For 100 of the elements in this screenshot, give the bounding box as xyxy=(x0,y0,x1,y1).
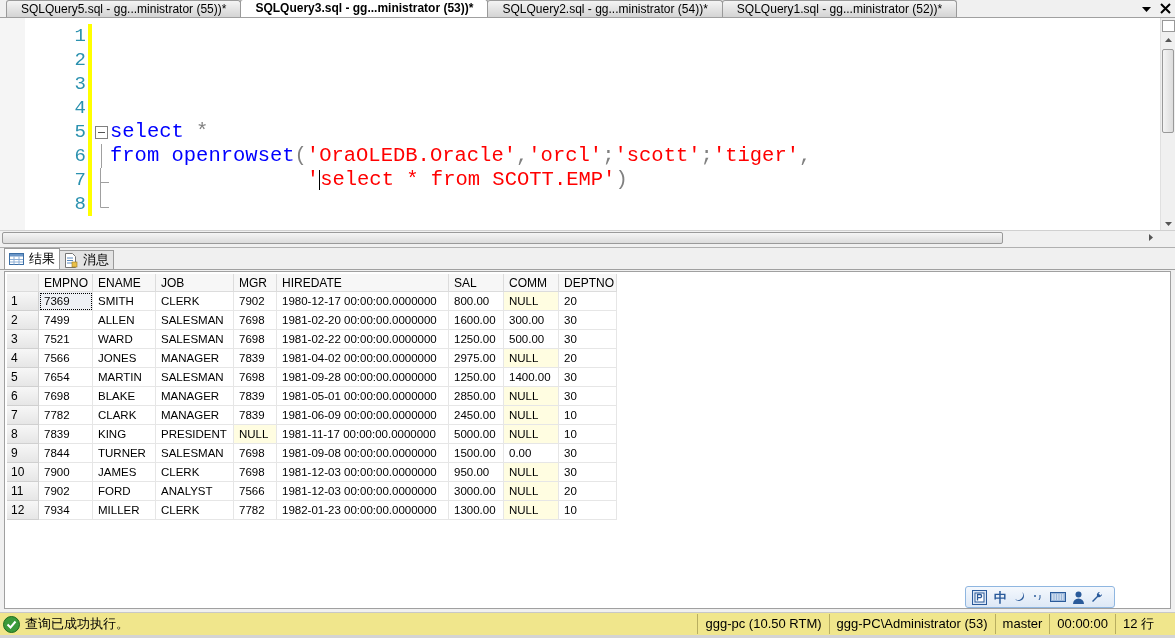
line-number: 4 xyxy=(73,96,87,120)
dropdown-icon[interactable] xyxy=(1142,7,1151,12)
row-header[interactable]: 8 xyxy=(7,425,39,444)
table-cell: MANAGER xyxy=(156,387,234,406)
table-cell: MANAGER xyxy=(156,406,234,425)
column-header[interactable]: EMPNO xyxy=(39,274,93,292)
column-header[interactable]: DEPTNO xyxy=(559,274,617,292)
column-header[interactable]: SAL xyxy=(449,274,504,292)
punctuation-icon[interactable] xyxy=(1033,593,1043,601)
close-icon[interactable] xyxy=(1160,3,1171,14)
row-header[interactable]: 6 xyxy=(7,387,39,406)
table-cell: 0.00 xyxy=(504,444,559,463)
table-cell: 7369 xyxy=(39,292,93,311)
row-header[interactable]: 12 xyxy=(7,501,39,520)
column-header[interactable]: COMM xyxy=(504,274,559,292)
table-cell: 7782 xyxy=(234,501,277,520)
success-check-icon xyxy=(3,615,20,633)
editor-tab[interactable]: SQLQuery5.sql - gg...ministrator (55))* xyxy=(6,0,242,17)
table-cell: NULL xyxy=(504,501,559,520)
column-header[interactable]: MGR xyxy=(234,274,277,292)
result-tab[interactable]: 结果 xyxy=(4,248,60,269)
table-cell: CLERK xyxy=(156,292,234,311)
status-field: 12 行 xyxy=(1114,614,1161,634)
row-header[interactable]: 10 xyxy=(7,463,39,482)
table-cell: 2975.00 xyxy=(449,349,504,368)
row-header[interactable]: 4 xyxy=(7,349,39,368)
ime-toolbar[interactable]: 中 xyxy=(965,586,1115,608)
table-cell: 1500.00 xyxy=(449,444,504,463)
table-cell: CLARK xyxy=(93,406,156,425)
person-icon[interactable] xyxy=(1073,590,1084,604)
table-cell: 1981-02-20 00:00:00.0000000 xyxy=(277,311,449,330)
table-cell: KING xyxy=(93,425,156,444)
scroll-right-icon[interactable] xyxy=(1149,234,1153,241)
table-cell: 30 xyxy=(559,463,617,482)
table-cell: MANAGER xyxy=(156,349,234,368)
column-header[interactable]: JOB xyxy=(156,274,234,292)
column-header[interactable]: ENAME xyxy=(93,274,156,292)
scroll-thumb[interactable] xyxy=(2,231,1003,244)
row-header[interactable]: 3 xyxy=(7,330,39,349)
editor-tab[interactable]: SQLQuery2.sql - gg...ministrator (54))* xyxy=(487,0,723,17)
table-cell: 7654 xyxy=(39,368,93,387)
line-number: 2 xyxy=(73,48,87,72)
scroll-up-icon[interactable] xyxy=(1164,38,1172,42)
table-cell: 1250.00 xyxy=(449,368,504,387)
input-mode-toggle[interactable]: 中 xyxy=(994,590,1007,604)
row-header[interactable]: 9 xyxy=(7,444,39,463)
row-header[interactable]: 11 xyxy=(7,482,39,501)
table-cell: 5000.00 xyxy=(449,425,504,444)
table-cell: BLAKE xyxy=(93,387,156,406)
table-cell: 1980-12-17 00:00:00.0000000 xyxy=(277,292,449,311)
table-cell: 1981-12-03 00:00:00.0000000 xyxy=(277,463,449,482)
line-number: 1 xyxy=(73,24,87,48)
table-cell: 3000.00 xyxy=(449,482,504,501)
collapse-icon[interactable] xyxy=(94,125,108,139)
split-handle[interactable] xyxy=(1161,20,1175,32)
table-cell: SALESMAN xyxy=(156,444,234,463)
table-cell: NULL xyxy=(504,406,559,425)
row-header[interactable]: 2 xyxy=(7,311,39,330)
column-header[interactable]: HIREDATE xyxy=(277,274,449,292)
editor-tab[interactable]: SQLQuery3.sql - gg...ministrator (53))* xyxy=(240,0,489,17)
vertical-scrollbar[interactable] xyxy=(1160,18,1175,230)
table-cell: 1981-05-01 00:00:00.0000000 xyxy=(277,387,449,406)
status-field: 00:00:00 xyxy=(1049,614,1115,634)
table-cell: 7698 xyxy=(234,311,277,330)
table-cell: 7839 xyxy=(234,406,277,425)
table-cell: 1981-11-17 00:00:00.0000000 xyxy=(277,425,449,444)
p-logo-icon[interactable] xyxy=(972,589,987,605)
row-header[interactable]: 1 xyxy=(7,292,39,311)
table-cell: 1982-01-23 00:00:00.0000000 xyxy=(277,501,449,520)
table-cell: 7521 xyxy=(39,330,93,349)
table-cell: SALESMAN xyxy=(156,311,234,330)
table-cell: NULL xyxy=(504,387,559,406)
table-cell: 7839 xyxy=(234,387,277,406)
keyboard-icon[interactable] xyxy=(1050,592,1066,602)
table-cell: WARD xyxy=(93,330,156,349)
result-tab[interactable]: 消息 xyxy=(59,250,114,269)
table-cell: SALESMAN xyxy=(156,330,234,349)
table-cell: 7698 xyxy=(234,463,277,482)
table-cell: CLERK xyxy=(156,463,234,482)
table-cell: NULL xyxy=(504,292,559,311)
table-cell: SMITH xyxy=(93,292,156,311)
document-icon xyxy=(64,252,78,268)
editor-tab[interactable]: SQLQuery1.sql - gg...ministrator (52))* xyxy=(721,0,958,17)
status-field: ggg-PC\Administrator (53) xyxy=(828,614,995,634)
code-line: from openrowset('OraOLEDB.Oracle','orcl';'scott';'tiger', xyxy=(110,144,812,168)
table-cell: 7698 xyxy=(39,387,93,406)
table-cell: 7782 xyxy=(39,406,93,425)
horizontal-scrollbar[interactable] xyxy=(0,230,1175,244)
table-cell: NULL xyxy=(504,482,559,501)
table-cell: JAMES xyxy=(93,463,156,482)
table-cell: 2450.00 xyxy=(449,406,504,425)
moon-icon[interactable] xyxy=(1014,591,1026,603)
scroll-down-icon[interactable] xyxy=(1164,222,1172,226)
table-cell: CLERK xyxy=(156,501,234,520)
wrench-icon[interactable] xyxy=(1091,591,1103,603)
row-header[interactable]: 7 xyxy=(7,406,39,425)
table-cell: 10 xyxy=(559,501,617,520)
scroll-thumb[interactable] xyxy=(1162,49,1174,133)
row-header[interactable]: 5 xyxy=(7,368,39,387)
table-cell: MILLER xyxy=(93,501,156,520)
